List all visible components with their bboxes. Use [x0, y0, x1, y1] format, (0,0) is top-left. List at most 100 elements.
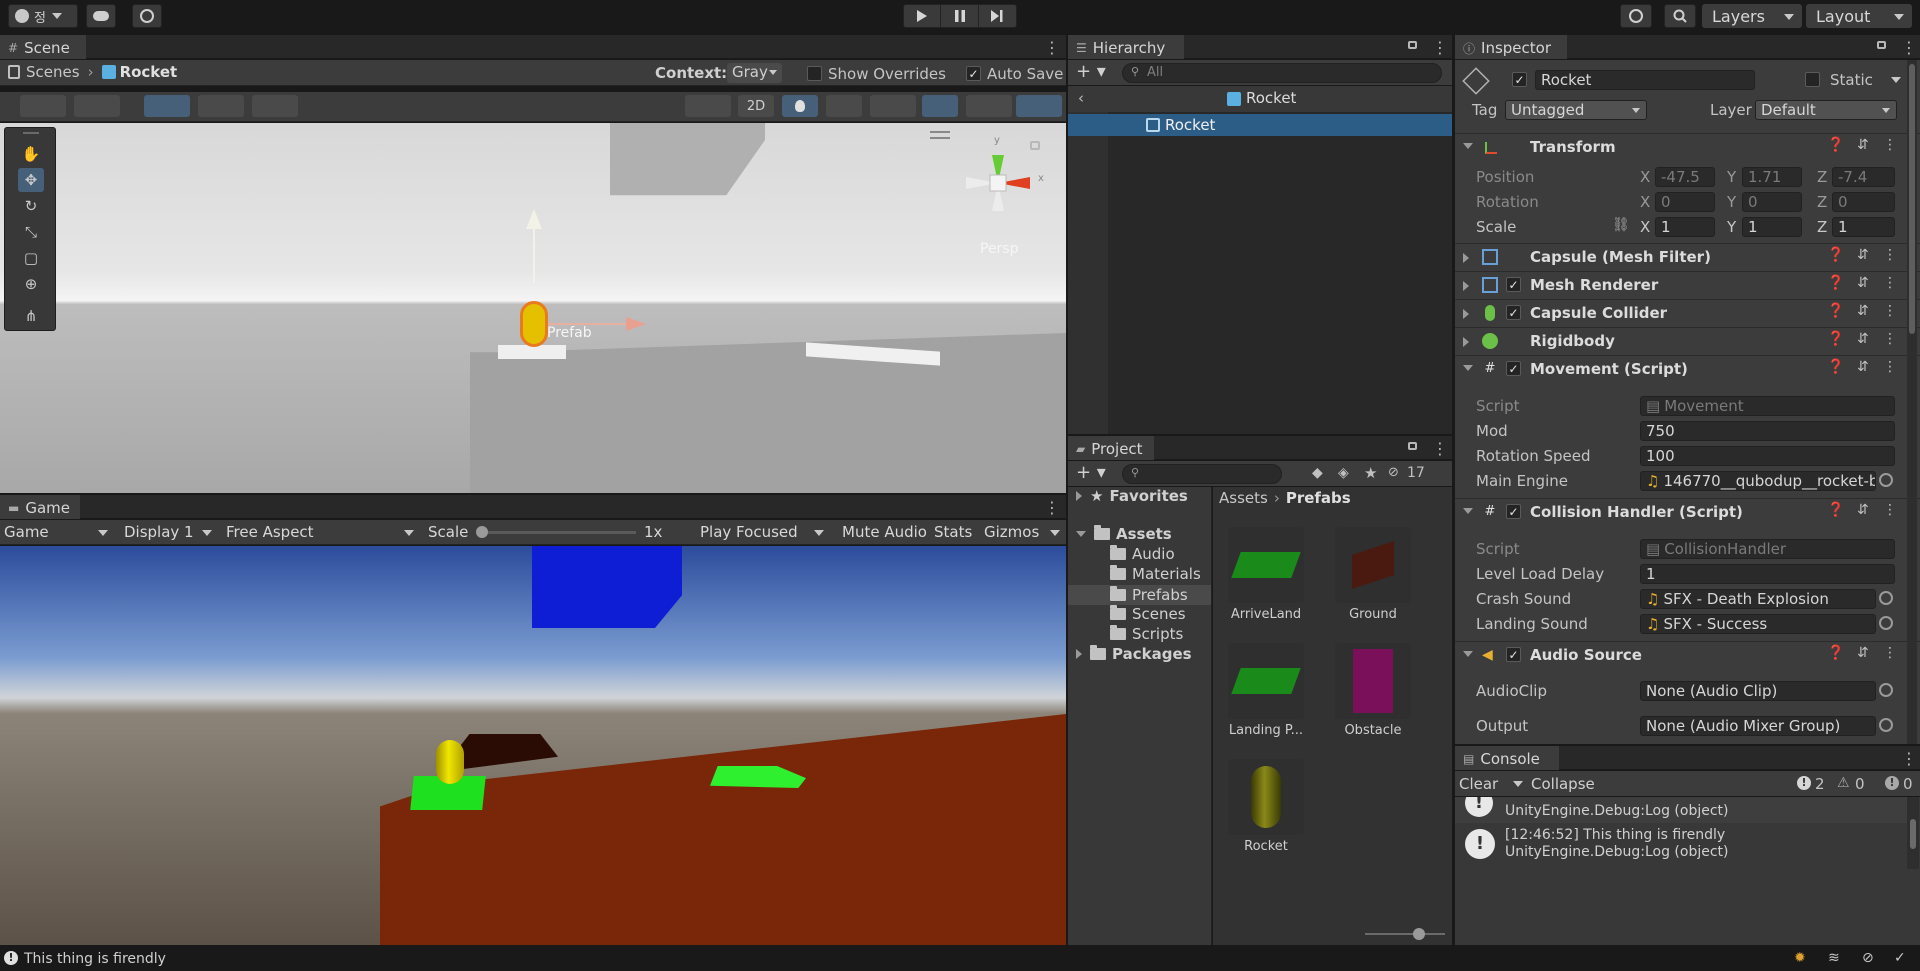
gizmos-dropdown[interactable]: Gizmos [980, 520, 1066, 544]
presets-icon[interactable]: ⇵ [1857, 331, 1869, 347]
rigidbody-header[interactable]: Rigidbody ❓ ⇵ ⋮ [1455, 327, 1920, 354]
info-filter-icon[interactable]: ! [1797, 776, 1811, 790]
main-engine-field[interactable]: ♫146770__qubodup__rocket-boost-engine-lo… [1640, 471, 1876, 491]
project-more-icon[interactable]: ⋮ [1432, 439, 1448, 458]
capsule-collider-header[interactable]: ✓ Capsule Collider ❓ ⇵ ⋮ [1455, 299, 1920, 326]
audio-source-header[interactable]: ◀ ✓ Audio Source ❓ ⇵ ⋮ [1455, 641, 1920, 668]
persp-label[interactable]: Persp [980, 241, 1019, 257]
custom-tool[interactable]: ⋔ [18, 304, 44, 328]
rotation-speed-field[interactable]: 100 [1640, 446, 1895, 466]
global-local-dropdown[interactable] [74, 95, 120, 117]
console-entry[interactable]: ! [12:46:52] This thing is firendly Unit… [1455, 824, 1907, 864]
object-picker-icon[interactable] [1879, 718, 1893, 732]
grid-visibility-dropdown[interactable] [198, 95, 244, 117]
scale-y-field[interactable]: 1 [1742, 217, 1802, 237]
object-picker-icon[interactable] [1879, 616, 1893, 630]
object-picker-icon[interactable] [1879, 683, 1893, 697]
scale-slider-thumb[interactable] [476, 526, 488, 538]
search-button[interactable] [1664, 4, 1696, 28]
scale-slider[interactable] [476, 526, 636, 538]
hidden-packages-icon[interactable]: ⊘ [1388, 465, 1399, 480]
help-icon[interactable]: ❓ [1827, 247, 1844, 263]
tab-scene[interactable]: # Scene [0, 35, 86, 59]
presets-icon[interactable]: ⇵ [1857, 247, 1869, 263]
scene-viewport[interactable]: Prefab y x Persp [0, 123, 1066, 493]
collapse-button[interactable]: Collapse [1531, 775, 1595, 793]
add-object-button[interactable]: + ▾ [1076, 61, 1106, 82]
cache-server-icon[interactable]: ≋ [1828, 950, 1840, 966]
level-load-delay-field[interactable]: 1 [1640, 564, 1895, 584]
scene-more-icon[interactable]: ⋮ [1044, 38, 1060, 57]
breadcrumb-rocket[interactable]: Rocket [120, 63, 178, 81]
tree-folder-prefabs[interactable]: Prefabs [1068, 585, 1211, 605]
audio-toggle[interactable] [826, 95, 862, 117]
help-icon[interactable]: ❓ [1827, 645, 1844, 661]
draw-mode-dropdown[interactable] [20, 95, 66, 117]
output-field[interactable]: None (Audio Mixer Group) [1640, 716, 1876, 736]
tree-packages[interactable]: Packages [1076, 645, 1192, 663]
clear-options-icon[interactable] [1513, 781, 1523, 787]
auto-save-checkbox[interactable]: ✓ [966, 66, 981, 81]
history-button[interactable] [1620, 4, 1652, 28]
display-dropdown[interactable]: Display 1 [120, 520, 218, 544]
presets-icon[interactable]: ⇵ [1857, 275, 1869, 291]
mesh-renderer-header[interactable]: ✓ Mesh Renderer ❓ ⇵ ⋮ [1455, 271, 1920, 298]
tree-folder-materials[interactable]: Materials [1110, 565, 1201, 583]
position-z-field[interactable]: -7.4 [1832, 167, 1895, 187]
mesh-filter-header[interactable]: Capsule (Mesh Filter) ❓ ⇵ ⋮ [1455, 243, 1920, 270]
component-menu-icon[interactable]: ⋮ [1883, 303, 1897, 319]
position-x-field[interactable]: -47.5 [1655, 167, 1715, 187]
help-icon[interactable]: ❓ [1827, 359, 1844, 375]
layout-dropdown[interactable]: Layout [1806, 4, 1912, 28]
status-message[interactable]: This thing is firendly [24, 951, 166, 967]
favorite-star-icon[interactable]: ★ [1364, 464, 1377, 482]
static-checkbox[interactable] [1805, 72, 1820, 87]
warning-filter-icon[interactable]: ⚠ [1837, 775, 1850, 791]
project-lock-icon[interactable] [1408, 442, 1417, 450]
progress-check-icon[interactable]: ✓ [1894, 950, 1906, 966]
pause-button[interactable] [941, 5, 979, 27]
scene-visibility-toggle[interactable] [922, 95, 958, 117]
tab-inspector[interactable]: ⓘ Inspector [1455, 35, 1567, 59]
increment-snap-dropdown[interactable] [252, 95, 298, 117]
2d-toggle[interactable]: 2D [738, 95, 774, 117]
movement-header[interactable]: # ✓ Movement (Script) ❓ ⇵ ⋮ [1455, 355, 1920, 382]
error-filter-icon[interactable]: ! [1885, 776, 1899, 790]
help-icon[interactable]: ❓ [1827, 137, 1844, 153]
move-tool[interactable]: ✥ [18, 168, 44, 192]
component-menu-icon[interactable]: ⋮ [1883, 359, 1897, 375]
scene-overlay-menu[interactable] [930, 131, 950, 139]
mute-audio-toggle[interactable]: Mute Audio [838, 520, 930, 544]
breadcrumb-prefabs[interactable]: Prefabs [1286, 489, 1351, 507]
lighting-status-icon[interactable]: ✹ [1794, 950, 1806, 966]
transform-tool[interactable]: ⊕ [18, 272, 44, 296]
inspector-more-icon[interactable]: ⋮ [1901, 38, 1917, 57]
layers-dropdown[interactable]: Layers [1702, 4, 1802, 28]
back-arrow-icon[interactable]: ‹ [1078, 89, 1084, 107]
lighting-toggle[interactable] [782, 95, 818, 117]
show-overrides-checkbox[interactable] [807, 66, 822, 81]
cloud-button[interactable] [86, 4, 116, 28]
hand-tool[interactable]: ✋ [18, 142, 44, 166]
asset-landing-pad[interactable]: Landing P... [1218, 643, 1314, 738]
inspector-scrollbar[interactable] [1907, 60, 1917, 744]
context-dropdown[interactable]: Gray [727, 63, 782, 83]
play-button[interactable] [904, 5, 942, 27]
tree-assets[interactable]: Assets [1076, 525, 1172, 543]
move-gizmo-y-arrow-icon[interactable] [526, 209, 542, 229]
asset-obstacle[interactable]: Obstacle [1325, 643, 1421, 738]
asset-rocket[interactable]: Rocket [1218, 759, 1314, 854]
presets-icon[interactable]: ⇵ [1857, 359, 1869, 375]
help-icon[interactable]: ❓ [1827, 331, 1844, 347]
component-menu-icon[interactable]: ⋮ [1883, 502, 1897, 518]
gizmos-scene-dropdown[interactable] [1016, 95, 1062, 117]
movement-checkbox[interactable]: ✓ [1506, 361, 1521, 376]
position-y-field[interactable]: 1.71 [1742, 167, 1802, 187]
game-mode-dropdown[interactable]: Game [0, 520, 114, 544]
scene-orientation-gizmo[interactable]: y x [958, 135, 1044, 223]
active-checkbox[interactable]: ✓ [1512, 72, 1527, 87]
rotate-tool[interactable]: ↻ [18, 194, 44, 218]
inspector-lock-icon[interactable] [1877, 41, 1886, 49]
component-menu-icon[interactable]: ⋮ [1883, 275, 1897, 291]
hierarchy-search-input[interactable]: ⚲ All [1122, 63, 1442, 83]
